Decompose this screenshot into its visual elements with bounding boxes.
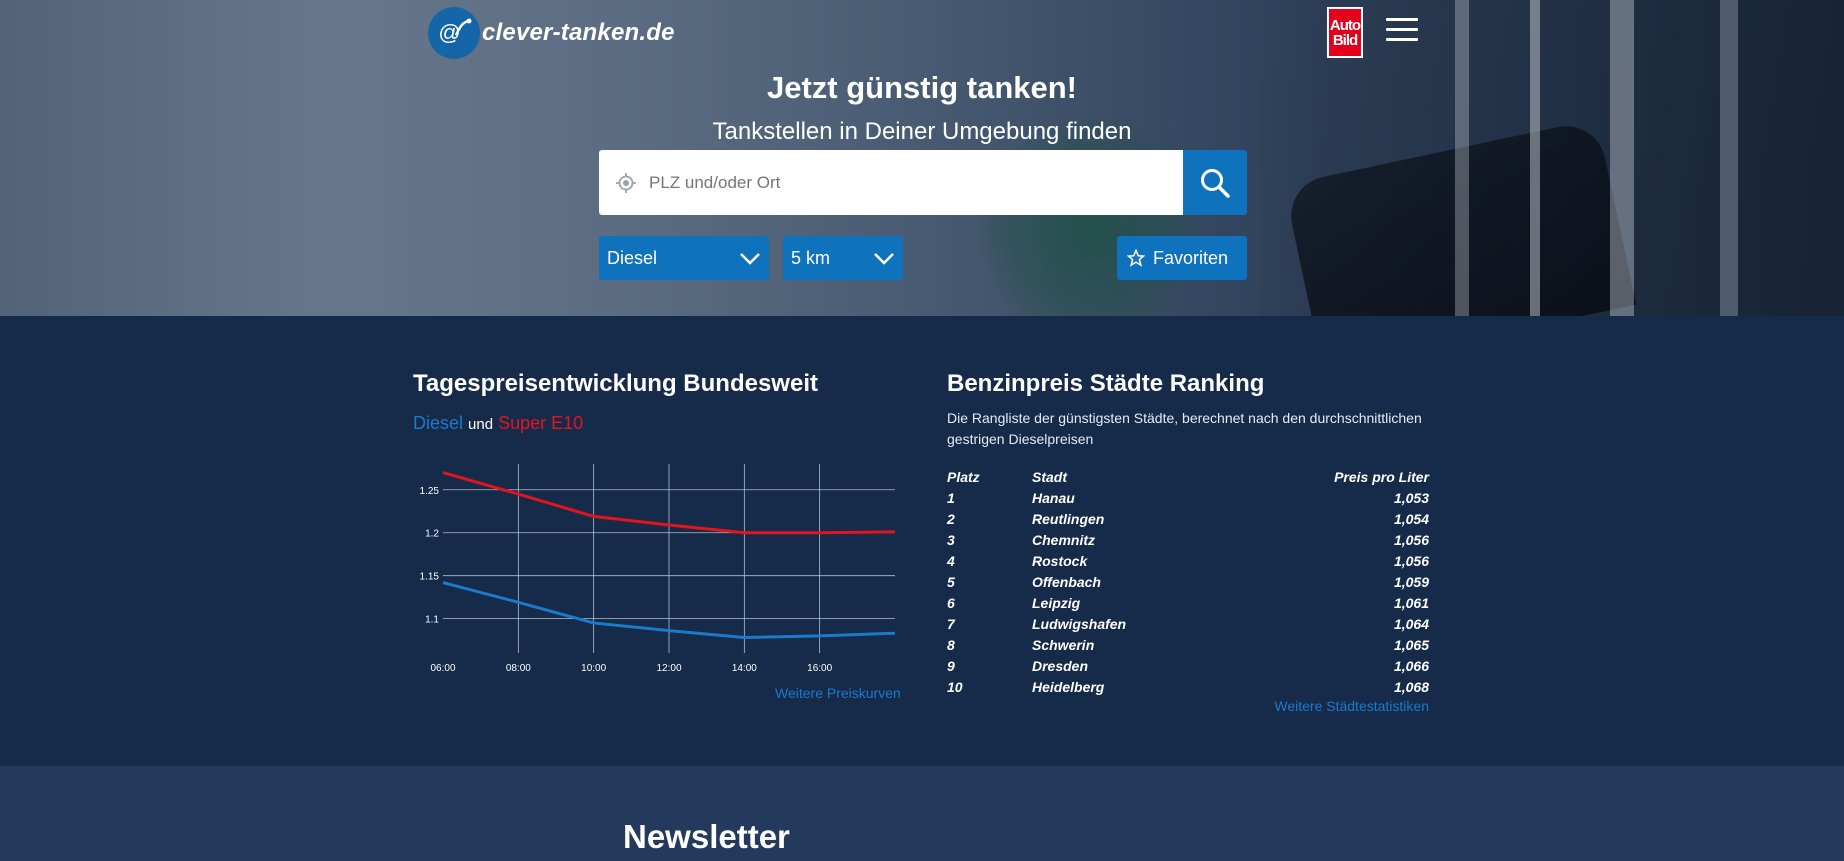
price-cell: 1,053 (1393, 489, 1429, 506)
table-row: 8 Schwerin 1,065 (947, 634, 1429, 655)
favorites-button[interactable]: Favoriten (1117, 236, 1247, 280)
chart-y-tick-label: 1.15 (420, 572, 440, 583)
table-row: 5 Offenbach 1,059 (947, 571, 1429, 592)
ranking-header-row: Platz Stadt Preis pro Liter (947, 466, 1429, 487)
city-cell: Schwerin (1032, 636, 1095, 653)
price-cell: 1,056 (1393, 552, 1429, 569)
hero-background-bar (1720, 0, 1738, 316)
price-chart: 1.1 1.15 1.2 1.25 06:00 08:00 10:00 12:00 14:00 1… (420, 464, 896, 674)
price-cell: 1,056 (1393, 531, 1429, 548)
city-cell: Chemnitz (1032, 531, 1095, 548)
table-row: 3 Chemnitz 1,056 (947, 529, 1429, 550)
header-rank: Platz (947, 468, 980, 485)
chart-y-tick-label: 1.2 (425, 529, 439, 540)
price-cell: 1,066 (1393, 657, 1429, 674)
chevron-down-icon (874, 253, 894, 265)
price-cell: 1,064 (1393, 615, 1429, 632)
more-city-stats-link[interactable]: Weitere Städtestatistiken (1273, 698, 1429, 714)
ranking-title: Benzinpreis Städte Ranking (947, 370, 1265, 397)
city-cell: Offenbach (1032, 573, 1101, 590)
city-cell: Heidelberg (1032, 678, 1105, 695)
legend-diesel: Diesel (413, 413, 464, 433)
chart-x-tick-label: 14:00 (732, 663, 757, 674)
search-button[interactable] (1183, 150, 1247, 215)
location-search-input[interactable] (649, 172, 1149, 193)
hamburger-menu-icon[interactable] (1386, 18, 1418, 44)
more-price-curves-link[interactable]: Weitere Preiskurven (775, 685, 901, 701)
price-cell: 1,065 (1393, 636, 1429, 653)
rank-cell: 6 (947, 594, 955, 611)
location-search-box (599, 150, 1183, 215)
price-cell: 1,068 (1393, 678, 1429, 695)
autobild-logo[interactable]: Auto Bild (1327, 7, 1363, 58)
header-price: Preis pro Liter (1334, 468, 1429, 485)
ranking-table: Platz Stadt Preis pro Liter 1 Hanau 1,053 … (947, 466, 1429, 697)
rank-cell: 2 (947, 510, 955, 527)
rank-cell: 10 (947, 678, 963, 695)
star-icon (1127, 249, 1145, 267)
hero-background-bar (1610, 0, 1634, 316)
logo-text: clever-tanken.de (482, 19, 675, 46)
rank-cell: 9 (947, 657, 955, 674)
newsletter-section (0, 766, 1844, 861)
table-row: 10 Heidelberg 1,068 (947, 676, 1429, 697)
rank-cell: 8 (947, 636, 955, 653)
rank-cell: 7 (947, 615, 955, 632)
ranking-description: Die Rangliste der günstigsten Städte, be… (947, 410, 1422, 447)
radius-value: 5 km (791, 247, 831, 268)
radius-select[interactable]: 5 km (783, 236, 903, 280)
price-cell: 1,061 (1393, 594, 1429, 611)
locate-me-icon[interactable] (615, 172, 637, 194)
table-row: 7 Ludwigshafen 1,064 (947, 613, 1429, 634)
legend-e10: Super E10 (498, 413, 584, 433)
chart-legend: Diesel und Super E10 (413, 413, 583, 434)
table-row: 1 Hanau 1,053 (947, 487, 1429, 508)
site-logo[interactable]: @ clever-tanken.de (428, 7, 675, 59)
price-cell: 1,059 (1393, 573, 1429, 590)
city-cell: Ludwigshafen (1032, 615, 1127, 632)
hero-title: Jetzt günstig tanken! (766, 70, 1077, 105)
table-row: 4 Rostock 1,056 (947, 550, 1429, 571)
city-cell: Reutlingen (1032, 510, 1105, 527)
autobild-logo-line1: Auto (1329, 16, 1361, 34)
city-cell: Leipzig (1032, 594, 1081, 611)
chart-title: Tagespreisentwicklung Bundesweit (413, 370, 818, 397)
table-row: 9 Dresden 1,066 (947, 655, 1429, 676)
hero-background-bar (1455, 0, 1469, 316)
chart-x-tick-label: 16:00 (807, 663, 832, 674)
chart-y-tick-label: 1.1 (425, 615, 439, 626)
chart-x-tick-label: 12:00 (656, 663, 681, 674)
fuel-pump-icon: @ (428, 7, 480, 59)
chevron-down-icon (740, 253, 760, 265)
rank-cell: 3 (947, 531, 955, 548)
newsletter-title: Newsletter (623, 818, 790, 855)
stats-section (0, 316, 1844, 766)
table-row: 2 Reutlingen 1,054 (947, 508, 1429, 529)
rank-cell: 4 (947, 552, 955, 569)
chart-x-tick-label: 08:00 (506, 663, 531, 674)
rank-cell: 5 (947, 573, 955, 590)
table-row: 6 Leipzig 1,061 (947, 592, 1429, 613)
fuel-type-select[interactable]: Diesel (599, 236, 769, 280)
fuel-type-value: Diesel (607, 247, 658, 268)
city-cell: Hanau (1032, 489, 1075, 506)
chart-x-tick-label: 10:00 (581, 663, 606, 674)
hero-background-bar (1530, 0, 1540, 316)
chart-y-tick-label: 1.25 (420, 486, 440, 497)
favorites-label: Favoriten (1153, 247, 1229, 268)
price-cell: 1,054 (1393, 510, 1429, 527)
city-cell: Dresden (1032, 657, 1089, 674)
chart-x-tick-label: 06:00 (430, 663, 455, 674)
hero-subtitle: Tankstellen in Deiner Umgebung finden (712, 118, 1132, 145)
autobild-logo-line2: Bild (1332, 31, 1358, 49)
rank-cell: 1 (947, 489, 955, 506)
legend-und: und (468, 416, 494, 433)
city-cell: Rostock (1032, 552, 1088, 569)
header-city: Stadt (1032, 468, 1067, 485)
search-icon (1201, 168, 1230, 198)
